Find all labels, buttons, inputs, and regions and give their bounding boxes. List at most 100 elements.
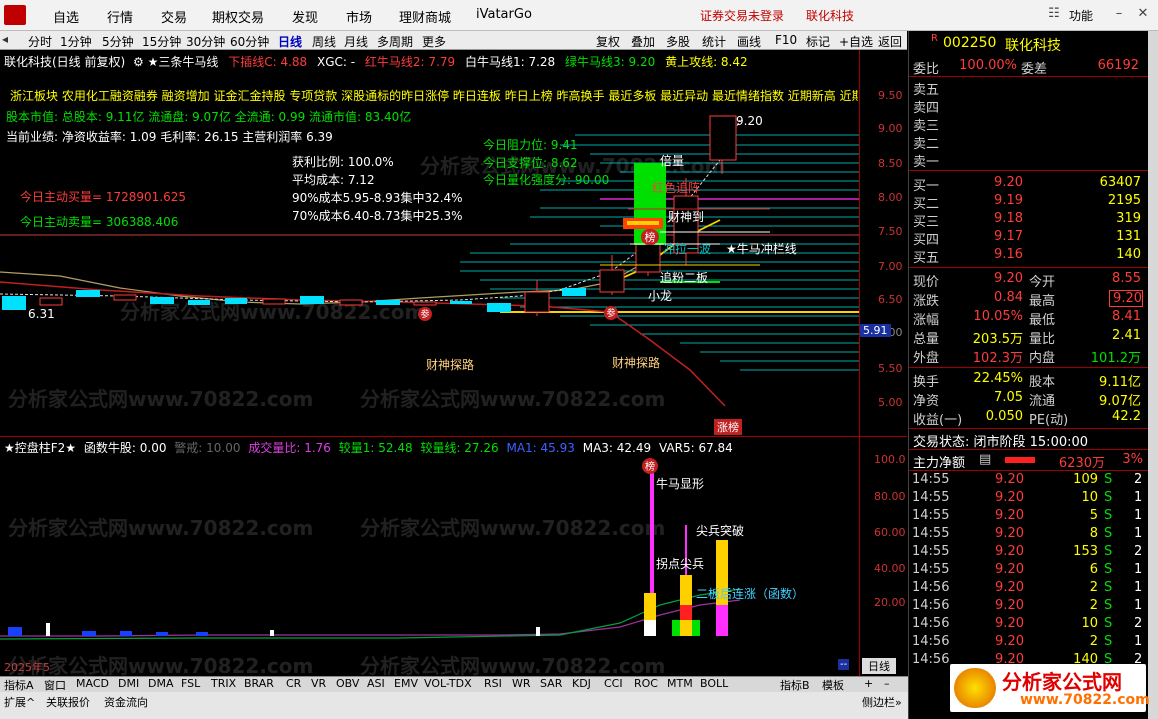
period-tab-active[interactable]: 日线 bbox=[278, 33, 302, 50]
menu-item[interactable]: 行情 bbox=[107, 7, 133, 26]
minimize-icon[interactable]: – bbox=[1110, 6, 1128, 22]
indicator-tab[interactable]: CCI bbox=[604, 677, 623, 690]
period-tab[interactable]: 1分钟 bbox=[60, 33, 92, 50]
toolbar-button[interactable]: 多股 bbox=[666, 33, 690, 50]
add-icon[interactable]: + bbox=[864, 677, 873, 690]
func-button[interactable]: 功能 bbox=[1069, 7, 1093, 24]
axis-tick: 8.00 bbox=[878, 191, 903, 204]
ask-label: 卖五 bbox=[913, 83, 940, 98]
day-line-button[interactable]: 日线 bbox=[862, 658, 896, 674]
scroll-icon[interactable]: -- bbox=[838, 659, 850, 670]
period-tab[interactable]: 分时 bbox=[28, 33, 52, 50]
scrollbar[interactable] bbox=[1148, 31, 1158, 719]
indicator-tab[interactable]: 窗口 bbox=[44, 677, 66, 693]
bid-row[interactable]: 买三 9.18 319 bbox=[909, 211, 1149, 230]
toolbar-button[interactable]: 统计 bbox=[702, 33, 726, 50]
axis-tick: 8.50 bbox=[878, 157, 903, 170]
sub-indicator-value: 较量1: 52.48 bbox=[338, 441, 413, 455]
indicator-tab[interactable]: WR bbox=[512, 677, 531, 690]
indicator-tab[interactable]: TRIX bbox=[211, 677, 236, 690]
bid-row[interactable]: 买五 9.16 140 bbox=[909, 247, 1149, 266]
layout-icon[interactable]: ☷ bbox=[1045, 6, 1063, 22]
trade-state: 交易状态: 闭市阶段 15:00:00 bbox=[913, 435, 1089, 450]
bid-row[interactable]: 买二 9.19 2195 bbox=[909, 193, 1149, 212]
tick-row: 14:56 9.20 10 S 2 bbox=[912, 616, 1143, 631]
indicator-tab[interactable]: BRAR bbox=[244, 677, 274, 690]
indicator-tab[interactable]: EMV bbox=[394, 677, 418, 690]
toolbar-button[interactable]: 叠加 bbox=[631, 33, 655, 50]
indicator-tab[interactable]: CR bbox=[286, 677, 301, 690]
period-tab[interactable]: 周线 bbox=[312, 33, 336, 50]
status-button[interactable]: 扩展^ bbox=[4, 694, 35, 710]
tick-row: 14:55 9.20 153 S 2 bbox=[912, 544, 1143, 559]
period-tab[interactable]: 30分钟 bbox=[186, 33, 225, 50]
template-button[interactable]: 模板 bbox=[822, 677, 844, 693]
indicator-tab[interactable]: OBV bbox=[336, 677, 359, 690]
collapse-icon[interactable]: ◂ bbox=[2, 32, 8, 46]
stock-code: 002250 bbox=[943, 35, 997, 51]
status-button[interactable]: 资金流向 bbox=[104, 694, 148, 710]
period-tab[interactable]: 更多 bbox=[422, 33, 446, 50]
sub-indicator-value: MA3: 42.49 bbox=[582, 441, 652, 455]
indicator-tab[interactable]: 指标A bbox=[4, 677, 34, 693]
annotation: 红色追阵 bbox=[652, 181, 701, 195]
bid-row[interactable]: 买一 9.20 63407 bbox=[909, 175, 1149, 194]
high-price-label: 9.20 bbox=[736, 114, 763, 128]
stat-row: 涨跌 0.84 最高 9.20 bbox=[913, 290, 1143, 309]
indicator-tab[interactable]: KDJ bbox=[572, 677, 591, 690]
indicator-tab[interactable]: VR bbox=[311, 677, 326, 690]
menu-item[interactable]: 理财商城 bbox=[399, 7, 451, 26]
annotation: 财神到 bbox=[668, 210, 705, 224]
menu-item[interactable]: 交易 bbox=[161, 7, 187, 26]
sidebar-toggle[interactable]: 侧边栏» bbox=[862, 694, 902, 710]
close-icon[interactable]: ✕ bbox=[1134, 6, 1152, 22]
toolbar-button[interactable]: 复权 bbox=[596, 33, 620, 50]
period-tab[interactable]: 月线 bbox=[344, 33, 368, 50]
toolbar-button[interactable]: 标记 bbox=[806, 33, 830, 50]
menu-item[interactable]: 自选 bbox=[53, 7, 79, 26]
annotation: 追粉二板 bbox=[660, 271, 709, 285]
status-button[interactable]: 关联报价 bbox=[46, 694, 90, 710]
bang-badge: 榜 bbox=[642, 458, 658, 474]
toolbar-button[interactable]: 画线 bbox=[737, 33, 761, 50]
indicator-tab[interactable]: DMA bbox=[148, 677, 174, 690]
indicator-tab[interactable]: DMI bbox=[118, 677, 139, 690]
indicator-tab[interactable]: MACD bbox=[76, 677, 109, 690]
indicator-b-button[interactable]: 指标B bbox=[780, 677, 810, 693]
period-tab[interactable]: 5分钟 bbox=[102, 33, 134, 50]
stock-name: 联化科技 bbox=[1005, 38, 1061, 54]
indicator-tab[interactable]: ROC bbox=[634, 677, 658, 690]
period-tab[interactable]: 15分钟 bbox=[142, 33, 181, 50]
label: 委差 bbox=[1021, 62, 1048, 77]
zhangbang-badge: 涨榜 bbox=[714, 419, 742, 435]
list-icon[interactable]: ▤ bbox=[979, 452, 991, 467]
ask-label: 卖二 bbox=[913, 137, 940, 152]
tick-row: 14:56 9.20 2 S 1 bbox=[912, 580, 1143, 595]
indicator-tab[interactable]: RSI bbox=[484, 677, 502, 690]
indicator-tab[interactable]: BOLL bbox=[700, 677, 728, 690]
menu-item[interactable]: 期权交易 bbox=[212, 7, 264, 26]
menu-item[interactable]: 市场 bbox=[346, 7, 372, 26]
toolbar-button[interactable]: +自选 bbox=[839, 33, 873, 50]
marker-icon: 参 bbox=[604, 306, 618, 320]
toolbar-button[interactable]: 返回 bbox=[878, 33, 902, 50]
bid-row[interactable]: 买四 9.17 131 bbox=[909, 229, 1149, 248]
indicator-tab[interactable]: ASI bbox=[367, 677, 385, 690]
sub-annotation: 拐点尖兵 bbox=[656, 557, 705, 571]
menu-item[interactable]: 发现 bbox=[292, 7, 318, 26]
period-tab[interactable]: 多周期 bbox=[377, 33, 413, 50]
indicator-tab[interactable]: MTM bbox=[667, 677, 693, 690]
stat-row: 外盘 102.3万 内盘 101.2万 bbox=[913, 351, 1141, 366]
indicator-tab[interactable]: SAR bbox=[540, 677, 562, 690]
toolbar-button[interactable]: F10 bbox=[775, 33, 797, 47]
expand-icon[interactable]: – bbox=[884, 677, 890, 690]
sub-indicator-value: 函数牛股: 0.00 bbox=[83, 441, 167, 455]
login-warning[interactable]: 证券交易未登录 bbox=[700, 7, 784, 24]
top-menu-bar: 自选 行情 交易 期权交易 发现 市场 理财商城 iVatarGo 证券交易未登… bbox=[0, 0, 1158, 31]
sub-indicator-name[interactable]: ★控盘柱F2★ bbox=[4, 441, 76, 455]
period-tab[interactable]: 60分钟 bbox=[230, 33, 269, 50]
indicator-tab[interactable]: VOL-TDX bbox=[424, 677, 472, 690]
menu-item[interactable]: iVatarGo bbox=[476, 7, 532, 22]
stat-row: 收益(一) 0.050 PE(动) 42.2 bbox=[913, 409, 1141, 428]
indicator-tab[interactable]: FSL bbox=[181, 677, 200, 690]
